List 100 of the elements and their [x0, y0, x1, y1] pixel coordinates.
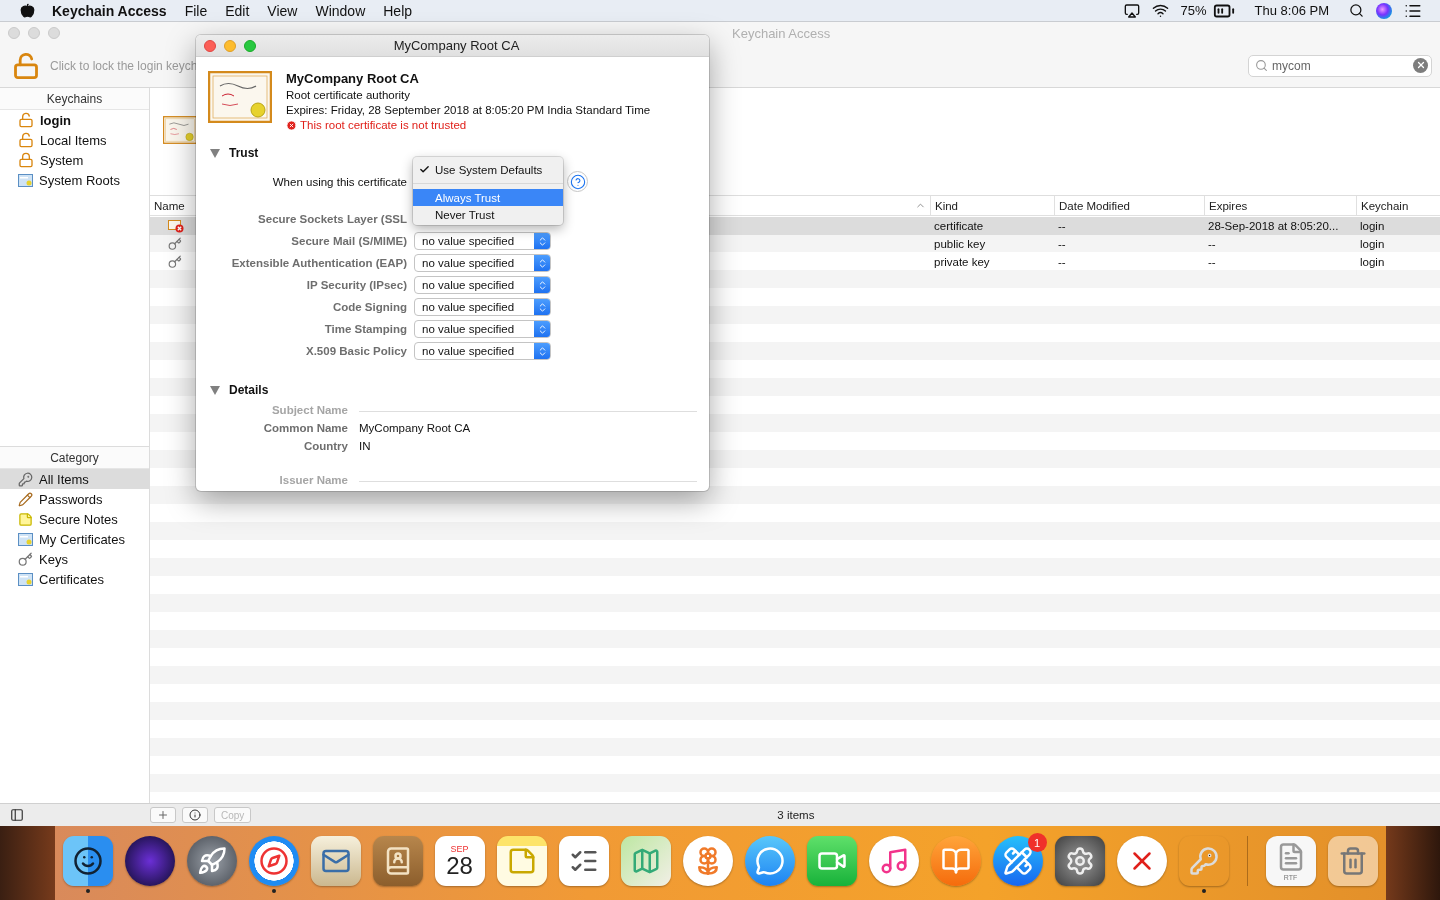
policy-select[interactable]: no value specified: [414, 342, 551, 360]
pencil-ruler-icon[interactable]: [992, 836, 1043, 886]
category-item[interactable]: Keys: [0, 549, 149, 569]
table-cell-text: certificate: [933, 220, 985, 232]
rocket-icon[interactable]: [186, 836, 237, 886]
map-icon[interactable]: [620, 836, 671, 886]
policy-label: IP Security (IPsec): [305, 278, 407, 293]
note-icon: [18, 511, 33, 527]
certificate-icon: [18, 572, 33, 586]
certificate-name: MyCompany Root CA: [286, 71, 420, 86]
info-button[interactable]: [182, 807, 208, 823]
keychain-item[interactable]: System Roots: [0, 170, 149, 190]
certificate-icon: [208, 71, 272, 123]
menu-item[interactable]: Edit: [216, 0, 259, 22]
trash-can-icon[interactable]: [1327, 836, 1378, 886]
certificate-type: Root certificate authority: [286, 89, 411, 101]
policy-select[interactable]: no value specified: [414, 254, 551, 272]
policy-select[interactable]: no value specified: [414, 320, 551, 338]
section-header: Category: [0, 447, 149, 469]
plus-icon: [157, 809, 169, 821]
sidebar-toggle-icon[interactable]: [10, 808, 24, 822]
question-mark-icon: [569, 173, 586, 190]
section-header: Keychains: [0, 88, 149, 110]
table-cell-text: --: [1057, 220, 1067, 232]
menu-option[interactable]: Use System Defaults: [413, 161, 563, 178]
table-cell-text: --: [1057, 256, 1067, 268]
open-book-icon[interactable]: [930, 836, 981, 886]
key-icon: [168, 255, 182, 269]
field-value: MyCompany Root CA: [359, 422, 472, 436]
policy-select[interactable]: no value specified: [414, 232, 551, 250]
policy-label: Secure Mail (S/MIME): [290, 234, 407, 249]
smiling-face-icon[interactable]: [62, 836, 113, 886]
pencil-icon: [18, 491, 33, 507]
keychain-item[interactable]: Local Items: [0, 130, 149, 150]
disclosure-triangle-icon: [210, 385, 220, 395]
category-item[interactable]: Certificates: [0, 569, 149, 589]
compass-icon[interactable]: [248, 836, 299, 886]
trust-label: When using this certificate: [271, 174, 407, 190]
menu-clock[interactable]: Thu 8:06 PM: [1248, 3, 1335, 18]
table-cell-text: --: [1207, 256, 1217, 268]
keys-icon: [18, 471, 33, 487]
trust-disclosure[interactable]: Trust: [196, 145, 709, 161]
app-menu[interactable]: Keychain Access: [43, 0, 176, 22]
open-padlock-icon: [18, 132, 34, 148]
certificate-error-icon: [168, 219, 184, 233]
table-cell-text: public key: [933, 238, 987, 250]
music-note-icon[interactable]: [868, 836, 919, 886]
menu-option[interactable]: Never Trust: [413, 206, 563, 223]
menu-item[interactable]: File: [175, 0, 217, 22]
category-item[interactable]: Passwords: [0, 489, 149, 509]
item-count: 3 items: [777, 809, 815, 821]
dialog-title: MyCompany Root CA: [393, 38, 521, 53]
category-item[interactable]: Secure Notes: [0, 509, 149, 529]
key-icon: [18, 551, 33, 567]
x-icon: [1415, 60, 1426, 70]
field-label: Country: [302, 440, 348, 454]
search-icon: [1255, 58, 1268, 72]
policy-label: Time Stamping: [323, 322, 407, 337]
policy-select[interactable]: no value specified: [414, 298, 551, 316]
checkmark-icon: [419, 164, 430, 175]
policy-select[interactable]: no value specified: [414, 276, 551, 294]
padlock-icon: [18, 152, 34, 168]
siri-orb-icon[interactable]: [124, 836, 175, 886]
zoom-button[interactable]: [244, 39, 256, 52]
field-label: Common Name: [262, 422, 348, 436]
details-disclosure[interactable]: Details: [196, 382, 709, 398]
disclosure-triangle-icon: [210, 148, 220, 158]
address-book-icon[interactable]: [372, 836, 423, 886]
flower-icon[interactable]: [682, 836, 733, 886]
checklist-icon[interactable]: [558, 836, 609, 886]
menu-item[interactable]: Window: [306, 0, 375, 22]
certificate-icon: [18, 532, 33, 546]
menu-item[interactable]: Help: [374, 0, 422, 22]
menu-item[interactable]: View: [258, 0, 307, 22]
apple-logo-icon[interactable]: [20, 3, 35, 18]
help-button[interactable]: [567, 171, 588, 192]
stamp-envelope-icon[interactable]: [310, 836, 361, 886]
keychain-item[interactable]: System: [0, 150, 149, 170]
open-padlock-icon: [18, 112, 34, 128]
certificate-cabinet-icon: [18, 173, 33, 187]
cross-icon[interactable]: [1116, 836, 1167, 886]
table-cell-text: 28-Sep-2018 at 8:05:20...: [1207, 220, 1340, 232]
category-item[interactable]: My Certificates: [0, 529, 149, 549]
close-button[interactable]: [204, 39, 216, 52]
notepad-icon[interactable]: [496, 836, 547, 886]
video-camera-icon[interactable]: [806, 836, 857, 886]
menu-option[interactable]: Always Trust: [413, 189, 563, 206]
field-value: IN: [359, 440, 372, 454]
table-cell-text: --: [1207, 238, 1217, 250]
calendar-icon[interactable]: SEP 28: [434, 836, 485, 886]
key-icon: [168, 237, 182, 251]
speech-bubble-icon[interactable]: [744, 836, 795, 886]
search-field[interactable]: mycom: [1248, 54, 1432, 77]
section-label: Issuer Name: [278, 474, 348, 488]
keychain-item[interactable]: login: [0, 110, 149, 130]
gear-icon[interactable]: [1054, 836, 1105, 886]
policy-label: Secure Sockets Layer (SSL: [257, 212, 407, 227]
category-item[interactable]: All Items: [0, 469, 149, 489]
table-cell-text: login: [1359, 220, 1386, 232]
open-padlock-icon[interactable]: [12, 51, 40, 80]
